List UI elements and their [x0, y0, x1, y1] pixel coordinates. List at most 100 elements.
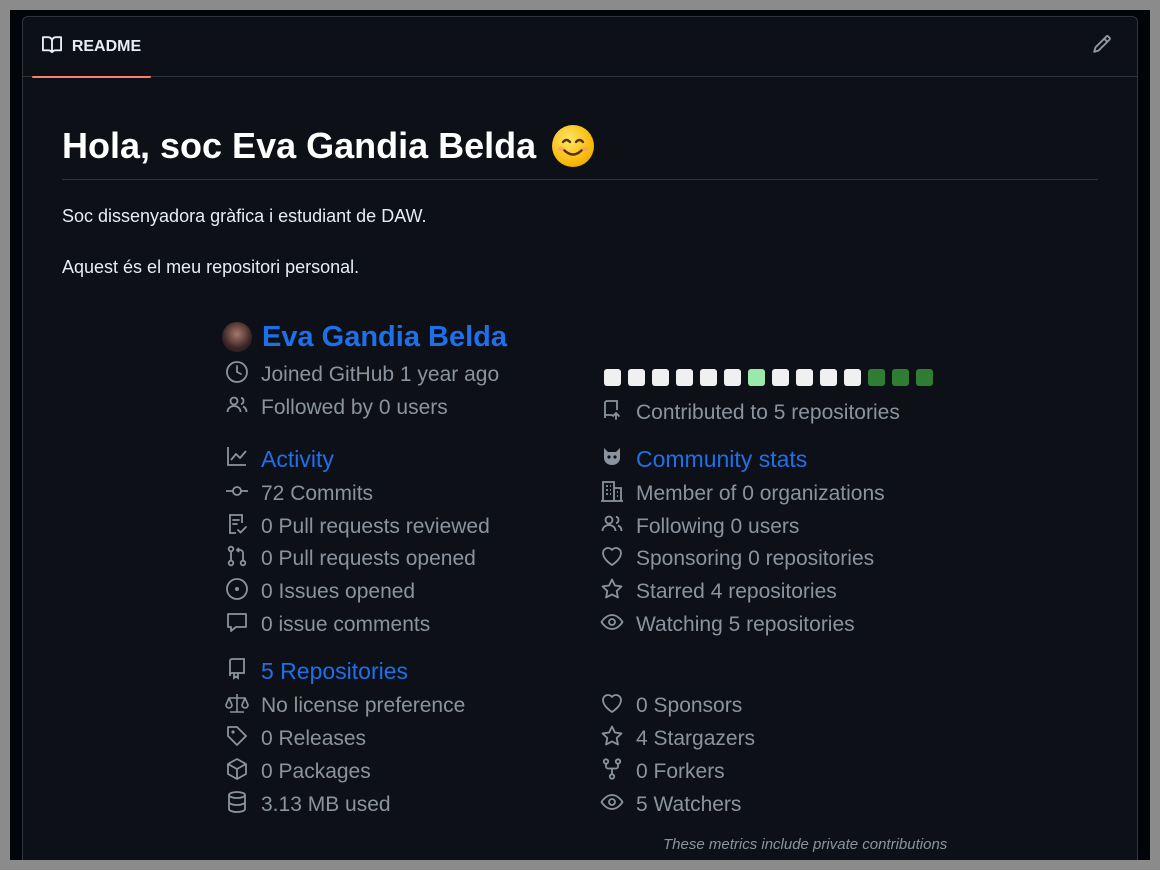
community-item: Starred 4 repositories	[600, 577, 837, 607]
readme-content: Hola, soc Eva Gandia Belda Soc dissenyad…	[62, 77, 1098, 280]
repositories-heading-text: 5 Repositories	[261, 657, 409, 684]
community-item-text: Starred 4 repositories	[636, 580, 837, 603]
community-item: Member of 0 organizations	[600, 479, 885, 509]
repo-stat-text: 0 Packages	[261, 760, 371, 783]
calendar-day	[652, 369, 669, 386]
heart-icon	[600, 544, 624, 574]
community-item: Following 0 users	[600, 512, 799, 542]
activity-item: 0 Issues opened	[225, 577, 415, 607]
people-icon	[600, 512, 624, 542]
repo-stat-item: 0 Packages	[225, 757, 371, 787]
star-icon	[600, 577, 624, 607]
heart-icon	[600, 691, 624, 721]
calendar-day	[916, 369, 933, 386]
community-item-text: Sponsoring 0 repositories	[636, 547, 875, 570]
pull-request-icon	[225, 544, 249, 574]
activity-item-text: 0 Pull requests reviewed	[261, 515, 490, 538]
readme-paragraph-2: Aquest és el meu repositori personal.	[62, 257, 360, 277]
database-icon	[225, 790, 249, 820]
calendar-day	[820, 369, 837, 386]
package-icon	[225, 757, 249, 787]
community-heading[interactable]: Community stats	[600, 444, 807, 474]
comment-icon	[225, 610, 249, 640]
activity-item-text: 0 Issues opened	[261, 580, 416, 603]
tag-icon	[225, 724, 249, 754]
activity-item-text: 0 issue comments	[261, 613, 431, 636]
edit-button[interactable]	[1091, 34, 1113, 57]
metrics-profile-link[interactable]: Eva Gandia Belda	[222, 320, 507, 354]
repo-stat-item: 4 Stargazers	[600, 724, 755, 754]
repo-stat-item: No license preference	[225, 691, 465, 721]
calendar-day	[748, 369, 765, 386]
commit-icon	[225, 479, 249, 509]
repo-stat-item: 0 Releases	[225, 724, 366, 754]
repo-stat-item: 5 Watchers	[600, 790, 741, 820]
calendar-day	[676, 369, 693, 386]
law-icon	[225, 691, 249, 721]
repo-stat-item: 3.13 MB used	[225, 790, 391, 820]
repo-stat-text: 0 Sponsors	[636, 694, 743, 717]
organization-icon	[600, 479, 624, 509]
joined-text: Joined GitHub 1 year ago	[261, 363, 500, 386]
contributed-text: Contributed to 5 repositories	[636, 401, 900, 424]
calendar-day	[868, 369, 885, 386]
tab-readme[interactable]: README	[32, 17, 151, 78]
repo-stat-item: 0 Forkers	[600, 757, 725, 787]
activity-heading-text: Activity	[261, 445, 334, 472]
repo-stat-text: 5 Watchers	[636, 793, 742, 816]
community-item-text: Following 0 users	[636, 515, 800, 538]
readme-tabbar: README	[23, 17, 1137, 78]
metrics-profile-name: Eva Gandia Belda	[262, 320, 507, 353]
community-item: Watching 5 repositories	[600, 610, 855, 640]
octocat-icon	[600, 444, 624, 474]
contribution-calendar	[604, 369, 933, 386]
activity-heading[interactable]: Activity	[225, 444, 334, 474]
repo-stat-text: 4 Stargazers	[636, 727, 756, 750]
clock-icon	[225, 360, 249, 390]
community-item-text: Watching 5 repositories	[636, 613, 855, 636]
repositories-heading[interactable]: 5 Repositories	[225, 656, 408, 686]
contributed-row: Contributed to 5 repositories	[600, 398, 900, 428]
graph-icon	[225, 444, 249, 474]
readme-card: README Hola, soc Eva Gandia Belda Soc di…	[22, 16, 1138, 860]
readme-frame: README Hola, soc Eva Gandia Belda Soc di…	[10, 10, 1150, 860]
calendar-day	[772, 369, 789, 386]
avatar	[222, 322, 252, 352]
activity-item-text: 0 Pull requests opened	[261, 547, 476, 570]
calendar-day	[628, 369, 645, 386]
calendar-day	[892, 369, 909, 386]
calendar-day	[796, 369, 813, 386]
book-icon	[41, 35, 62, 60]
readme-title: Hola, soc Eva Gandia Belda	[62, 125, 1098, 180]
calendar-day	[604, 369, 621, 386]
activity-item: 0 Pull requests opened	[225, 544, 476, 574]
star-icon	[600, 724, 624, 754]
calendar-day	[724, 369, 741, 386]
repo-stat-text: 3.13 MB used	[261, 793, 391, 816]
community-item-text: Member of 0 organizations	[636, 482, 885, 505]
community-item: Sponsoring 0 repositories	[600, 544, 874, 574]
readme-paragraph-1: Soc dissenyadora gràfica i estudiant de …	[62, 206, 427, 226]
calendar-day	[700, 369, 717, 386]
people-icon	[225, 393, 249, 423]
fork-icon	[600, 757, 624, 787]
metrics-footnote: These metrics include private contributi…	[663, 836, 948, 853]
activity-item-text: 72 Commits	[261, 482, 374, 505]
eye-icon	[600, 790, 624, 820]
repo-push-icon	[600, 398, 624, 428]
eye-icon	[600, 610, 624, 640]
readme-title-text: Hola, soc Eva Gandia Belda	[62, 125, 537, 166]
joined-row: Joined GitHub 1 year ago	[225, 360, 499, 390]
repo-icon	[225, 656, 249, 686]
repo-stat-text: 0 Releases	[261, 727, 367, 750]
community-heading-text: Community stats	[636, 445, 808, 472]
smiling-face-icon	[552, 125, 595, 167]
followers-row: Followed by 0 users	[225, 393, 448, 423]
activity-item: 72 Commits	[225, 479, 373, 509]
repo-stat-text: 0 Forkers	[636, 760, 725, 783]
pull-request-reviewed-icon	[225, 512, 249, 542]
repo-stat-text: No license preference	[261, 694, 466, 717]
followers-text: Followed by 0 users	[261, 396, 448, 419]
activity-item: 0 Pull requests reviewed	[225, 512, 490, 542]
activity-item: 0 issue comments	[225, 610, 430, 640]
